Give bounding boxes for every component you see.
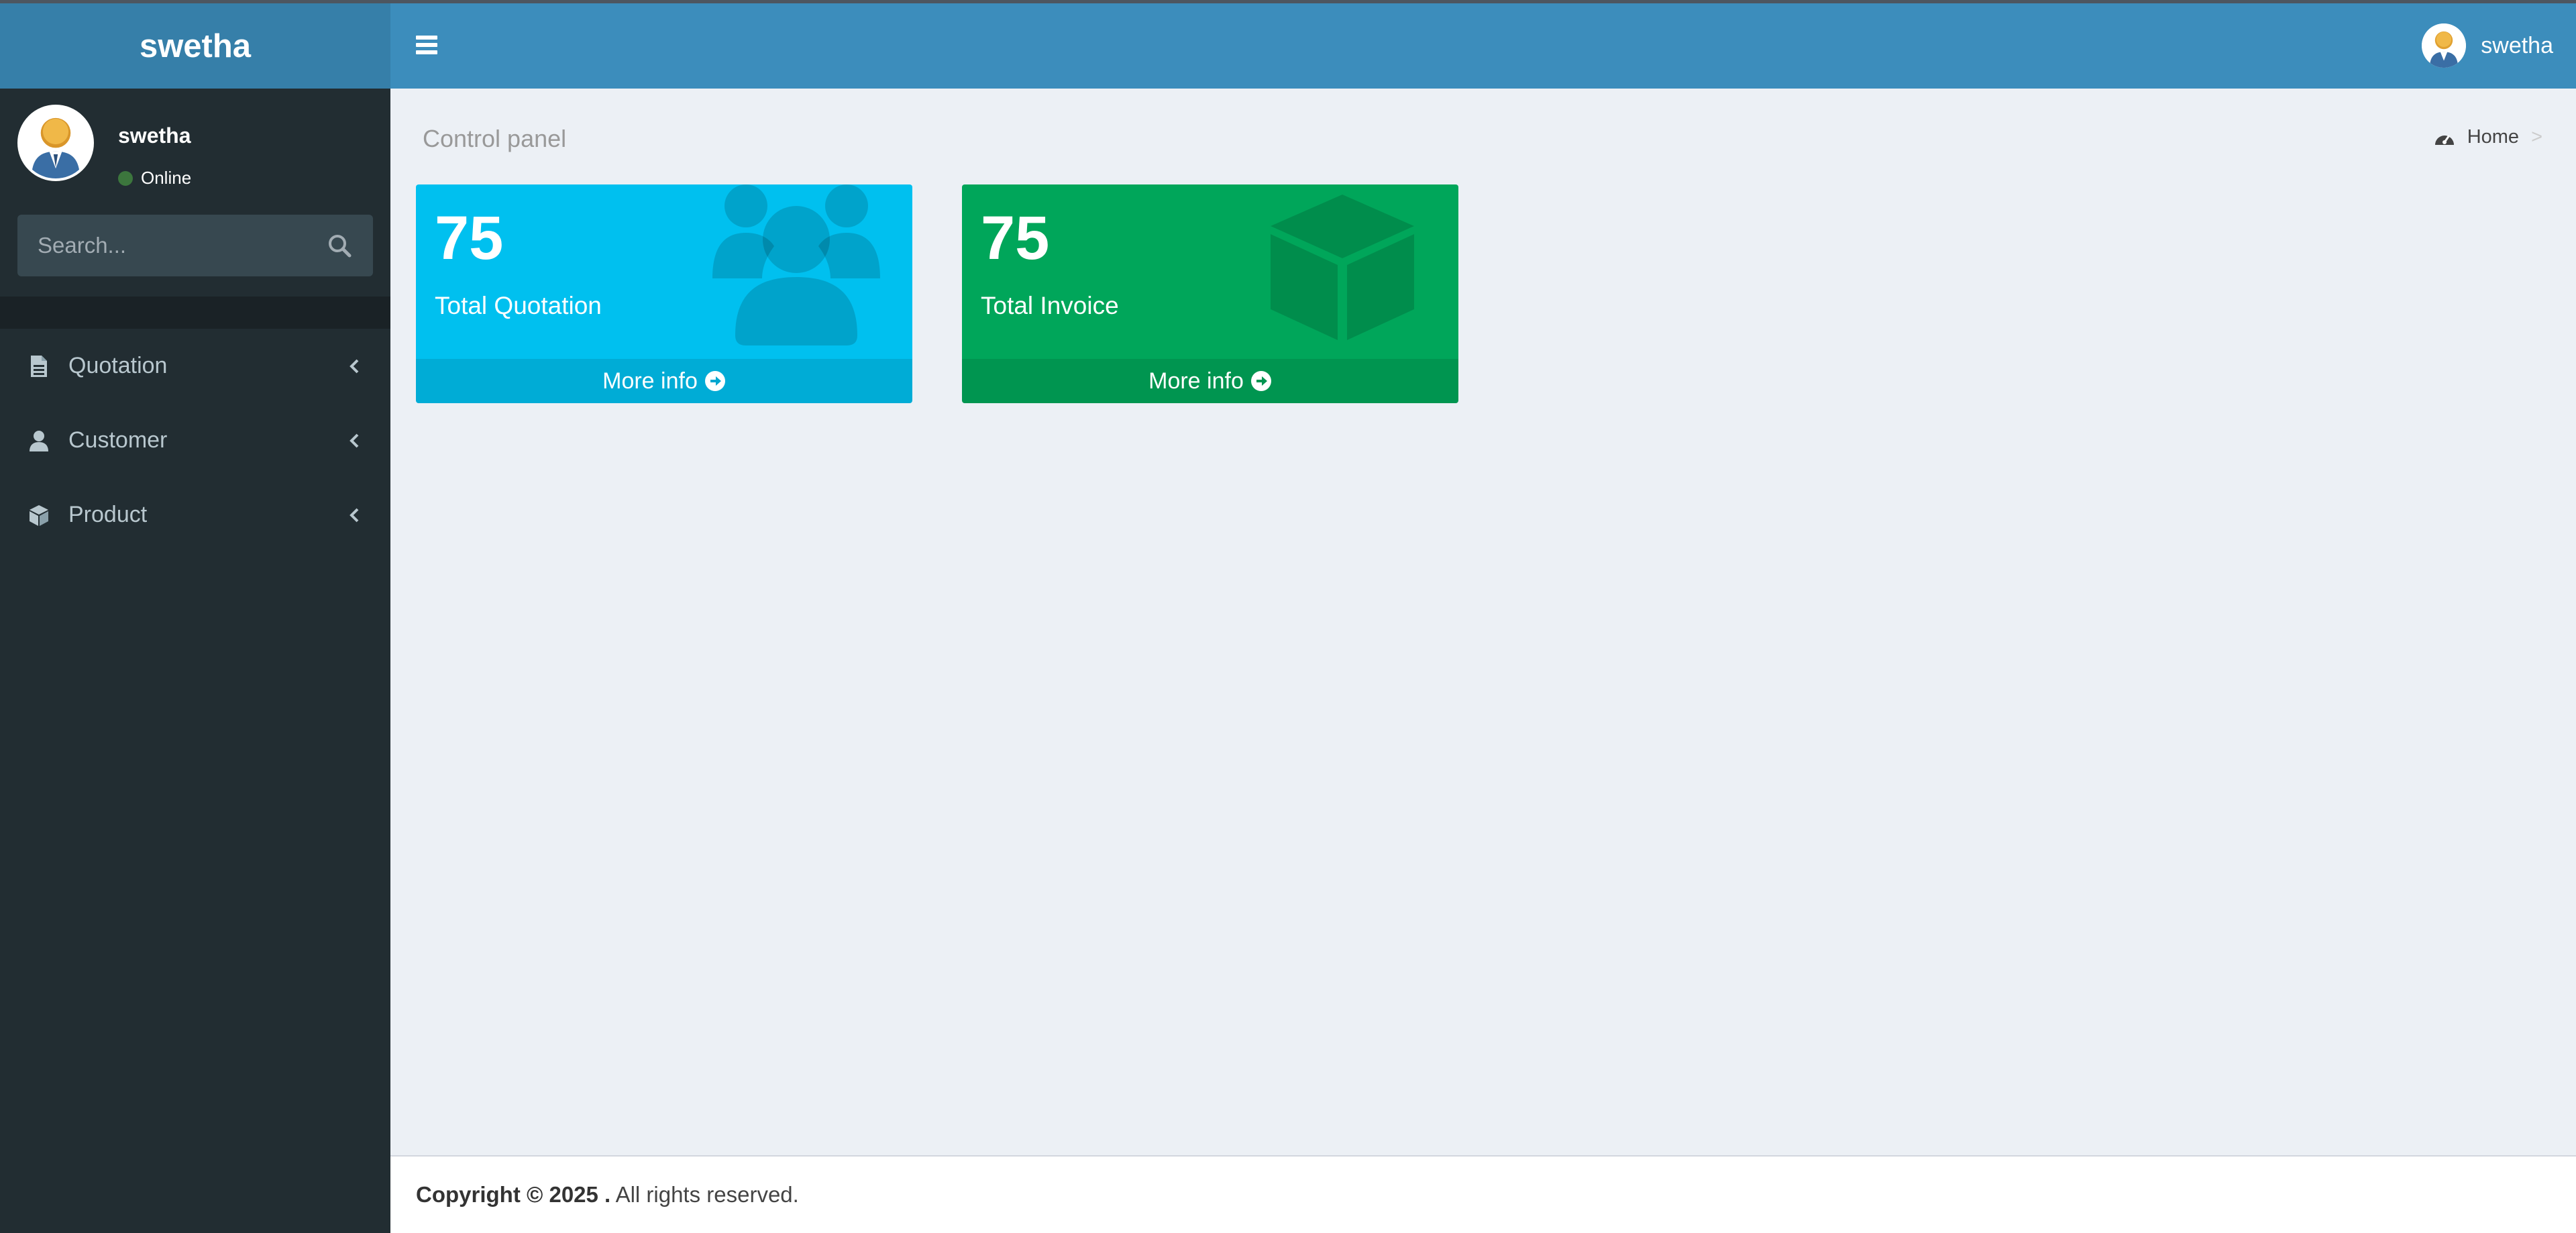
- navbar-user-menu[interactable]: swetha: [2422, 23, 2553, 68]
- search-input[interactable]: [38, 233, 306, 258]
- sidebar-toggle-icon[interactable]: [416, 36, 437, 54]
- online-status-icon: [118, 170, 133, 186]
- small-box-total-quotation: 75 Total Quotation More info: [416, 184, 912, 403]
- user-icon: [30, 430, 48, 451]
- more-info-link[interactable]: More info: [962, 359, 1458, 403]
- search-icon[interactable]: [326, 232, 353, 259]
- box-count: 75: [981, 204, 1050, 272]
- small-box-total-invoice: 75 Total Invoice More info: [962, 184, 1458, 403]
- navbar-avatar: [2422, 23, 2467, 68]
- user-status: Online: [118, 168, 191, 189]
- sidebar-menu-header: [0, 297, 390, 329]
- more-info-label: More info: [1148, 368, 1244, 394]
- sidebar-search-form: [17, 215, 373, 276]
- users-icon: [712, 184, 880, 345]
- more-info-label: More info: [602, 368, 698, 394]
- sidebar: swetha Online Quotation: [0, 89, 390, 1233]
- brand-logo[interactable]: swetha: [0, 3, 390, 89]
- breadcrumb-home-link[interactable]: Home: [2467, 126, 2519, 148]
- more-info-link[interactable]: More info: [416, 359, 912, 403]
- file-icon: [31, 355, 47, 377]
- sidebar-item-customer[interactable]: Customer: [0, 403, 390, 478]
- breadcrumb-separator: >: [2531, 126, 2542, 148]
- sidebar-item-label: Customer: [68, 427, 168, 453]
- page-title: Control panel: [423, 125, 567, 152]
- footer-copyright: Copyright © 2025 .: [416, 1182, 611, 1207]
- footer-rights: All rights reserved.: [610, 1182, 799, 1207]
- sidebar-user-panel: swetha Online: [17, 105, 380, 188]
- cube-icon: [1271, 195, 1414, 340]
- top-navbar: swetha: [390, 3, 2576, 89]
- brand-logo-text: swetha: [139, 28, 252, 64]
- chevron-left-icon: [350, 433, 359, 447]
- box-label: Total Quotation: [435, 292, 602, 319]
- box-label: Total Invoice: [981, 292, 1119, 319]
- sidebar-item-quotation[interactable]: Quotation: [0, 329, 390, 403]
- navbar-user-name: swetha: [2481, 32, 2553, 58]
- sidebar-item-label: Product: [68, 502, 148, 527]
- cube-icon: [30, 504, 48, 526]
- arrow-circle-right-icon: [704, 371, 725, 391]
- content-wrapper: Control panel Home > 75 Total Quotation …: [390, 89, 2576, 1155]
- user-status-text: Online: [141, 168, 192, 188]
- sidebar-menu: Quotation Customer Product: [0, 329, 390, 552]
- chevron-left-icon: [350, 359, 359, 373]
- sidebar-item-product[interactable]: Product: [0, 478, 390, 552]
- sidebar-avatar: [17, 105, 94, 181]
- dashboard-icon: [2434, 134, 2454, 145]
- sidebar-user-name: swetha: [118, 123, 191, 148]
- main-footer: Copyright © 2025 . All rights reserved.: [390, 1155, 2576, 1233]
- box-count: 75: [435, 204, 504, 272]
- chevron-left-icon: [350, 508, 359, 522]
- arrow-circle-right-icon: [1250, 371, 1271, 391]
- breadcrumb: Home >: [2434, 126, 2542, 148]
- sidebar-item-label: Quotation: [68, 353, 168, 378]
